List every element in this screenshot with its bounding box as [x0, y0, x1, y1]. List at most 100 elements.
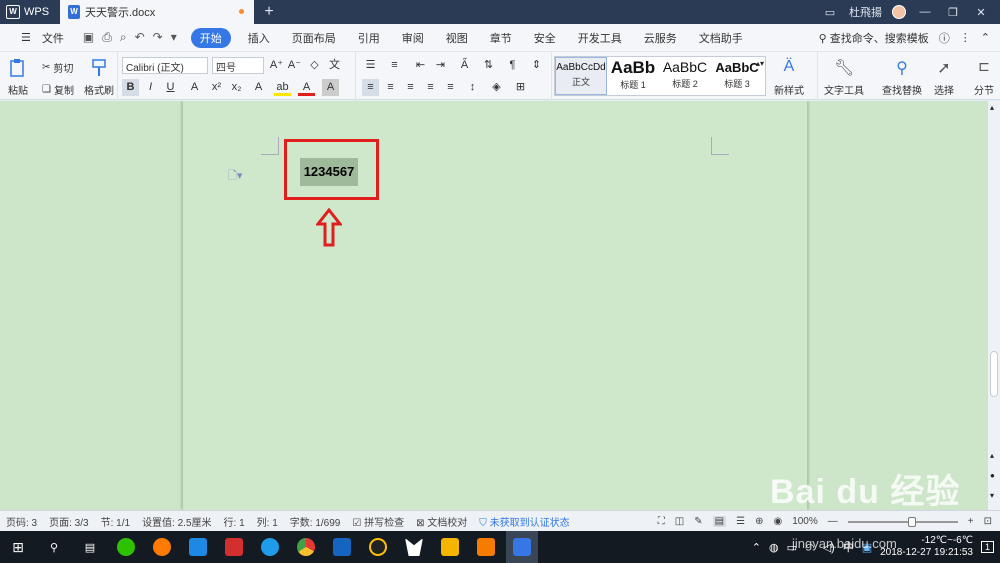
distribute-icon[interactable]: ≡: [442, 79, 459, 96]
cut-button[interactable]: ✂ 剪切: [42, 60, 73, 75]
edge-app[interactable]: [254, 531, 286, 563]
print-icon[interactable]: ⎙: [102, 30, 112, 45]
collapse-ribbon-icon[interactable]: ⌃: [981, 31, 990, 44]
line-spacing-select-icon[interactable]: ↕: [464, 79, 481, 96]
zoom-slider[interactable]: [847, 516, 958, 527]
more-options-icon[interactable]: ⋮: [960, 31, 971, 44]
numbered-list-icon[interactable]: ≡: [386, 57, 403, 74]
notification-center[interactable]: 1: [980, 541, 994, 553]
bold-button[interactable]: B: [122, 79, 139, 96]
align-center-icon[interactable]: ≡: [382, 79, 399, 96]
styles-scroll-icon[interactable]: ▴▾: [756, 59, 764, 68]
find-replace-button[interactable]: ⚲ 查找替换: [882, 58, 922, 97]
line-spacing-icon[interactable]: ⇕: [528, 57, 545, 74]
status-word-count[interactable]: 字数: 1/699: [290, 514, 341, 529]
web-view-icon[interactable]: ⊕: [755, 516, 763, 527]
task-view-button[interactable]: ▤: [74, 531, 106, 563]
document-canvas[interactable]: 🗋︎▾: [0, 101, 988, 510]
status-setting-value[interactable]: 设置值: 2.5厘米: [142, 514, 211, 529]
select-button[interactable]: ➚ 选择: [934, 58, 954, 97]
paste-button[interactable]: 粘贴: [8, 58, 28, 97]
zoom-in-icon[interactable]: +: [968, 516, 974, 527]
scroll-up-icon[interactable]: ▴: [990, 103, 994, 112]
spell-check-button[interactable]: ☑ 拼写检查: [352, 514, 404, 529]
user-avatar[interactable]: [892, 5, 906, 19]
underline-button[interactable]: U: [162, 79, 179, 96]
style-normal[interactable]: AaBbCcDd 正文: [555, 57, 607, 95]
customize-chevron-icon[interactable]: ▾: [171, 30, 177, 45]
italic-button[interactable]: I: [142, 79, 159, 96]
status-pages[interactable]: 页面: 3/3: [49, 514, 88, 529]
tab-security[interactable]: 安全: [523, 30, 567, 46]
store-app[interactable]: [182, 531, 214, 563]
shading-icon[interactable]: ◈: [488, 79, 505, 96]
write-mode-icon[interactable]: ✎: [694, 516, 702, 527]
subscript-icon[interactable]: x₂: [228, 79, 245, 96]
tab-insert[interactable]: 插入: [237, 30, 281, 46]
align-left-icon[interactable]: ≡: [362, 79, 379, 96]
red-app[interactable]: [218, 531, 250, 563]
char-shading-icon[interactable]: A: [322, 79, 339, 96]
next-page-icon[interactable]: ▾: [990, 491, 994, 500]
font-color-icon[interactable]: A: [298, 79, 315, 96]
wechat-app[interactable]: [110, 531, 142, 563]
shrink-font-icon[interactable]: A⁻: [286, 57, 303, 74]
fit-page-icon[interactable]: ⊡: [984, 516, 992, 527]
scrollbar-thumb[interactable]: [990, 351, 998, 397]
align-right-icon[interactable]: ≡: [402, 79, 419, 96]
prev-page-icon[interactable]: ▴: [990, 451, 994, 460]
status-column[interactable]: 列: 1: [257, 514, 278, 529]
start-button[interactable]: ⊞: [2, 531, 34, 563]
page-view-icon[interactable]: ▤: [712, 516, 727, 527]
zoom-level[interactable]: 100%: [792, 516, 818, 527]
text-tools-button[interactable]: 🔧︎ 文字工具: [824, 58, 864, 97]
bullet-list-icon[interactable]: ☰: [362, 57, 379, 74]
outline-view-icon[interactable]: ☰: [736, 516, 745, 527]
username-label[interactable]: 杜飛揚: [849, 4, 882, 20]
doc-proof-button[interactable]: ⊠ 文档校对: [416, 514, 467, 529]
help-icon[interactable]: ⓘ: [939, 30, 950, 46]
increase-indent-icon[interactable]: ⇥: [432, 57, 449, 74]
fox-app[interactable]: [398, 531, 430, 563]
status-row[interactable]: 行: 1: [224, 514, 245, 529]
pdf-app[interactable]: [470, 531, 502, 563]
tab-review[interactable]: 审阅: [391, 30, 435, 46]
text-effect-icon[interactable]: A: [250, 79, 267, 96]
superscript-icon[interactable]: x²: [208, 79, 225, 96]
document-page[interactable]: [183, 101, 807, 510]
qq-app[interactable]: [362, 531, 394, 563]
copy-button[interactable]: ❏ 复制: [42, 82, 74, 97]
font-effect-icon[interactable]: A: [186, 79, 203, 96]
eye-protect-icon[interactable]: ◉: [773, 516, 782, 527]
minimize-icon[interactable]: —: [916, 6, 934, 18]
fullscreen-icon[interactable]: ⛶: [658, 516, 665, 527]
close-icon[interactable]: ✕: [972, 6, 990, 19]
tablet-mode-icon[interactable]: ▭: [821, 6, 839, 19]
undo-icon[interactable]: ↶: [135, 30, 145, 45]
auth-status-link[interactable]: ⛉ 未获取到认证状态: [479, 514, 569, 529]
read-mode-icon[interactable]: ◫: [675, 516, 684, 527]
file-menu[interactable]: 文件: [42, 30, 75, 46]
phonetic-icon[interactable]: 文: [326, 57, 343, 74]
tab-chapter[interactable]: 章节: [479, 30, 523, 46]
font-size-select[interactable]: 四号: [212, 57, 264, 74]
status-section[interactable]: 节: 1/1: [101, 514, 130, 529]
new-style-button[interactable]: Ä 新样式: [774, 58, 804, 97]
highlight-icon[interactable]: ab: [274, 79, 291, 96]
file-explorer-app[interactable]: [434, 531, 466, 563]
tab-developer[interactable]: 开发工具: [567, 30, 633, 46]
hamburger-menu-icon[interactable]: ☰: [10, 31, 42, 44]
tray-app-icon[interactable]: ◍: [769, 541, 779, 554]
sort-icon[interactable]: ⇅: [480, 57, 497, 74]
zoom-slider-knob[interactable]: [907, 516, 916, 527]
save-icon[interactable]: ▣: [83, 30, 94, 45]
firefox-app[interactable]: [146, 531, 178, 563]
tab-cloud[interactable]: 云服务: [633, 30, 688, 46]
browse-object-icon[interactable]: ●: [990, 471, 995, 480]
search-taskbar-button[interactable]: ⚲: [38, 531, 70, 563]
document-tab[interactable]: W 天天警示.docx: [60, 0, 254, 24]
restore-icon[interactable]: ❐: [944, 6, 962, 19]
tab-home[interactable]: 开始: [190, 27, 231, 48]
vertical-scrollbar[interactable]: ▴ ▴ ● ▾: [988, 101, 1000, 510]
style-heading-1[interactable]: AaBb 标题 1: [607, 57, 659, 95]
